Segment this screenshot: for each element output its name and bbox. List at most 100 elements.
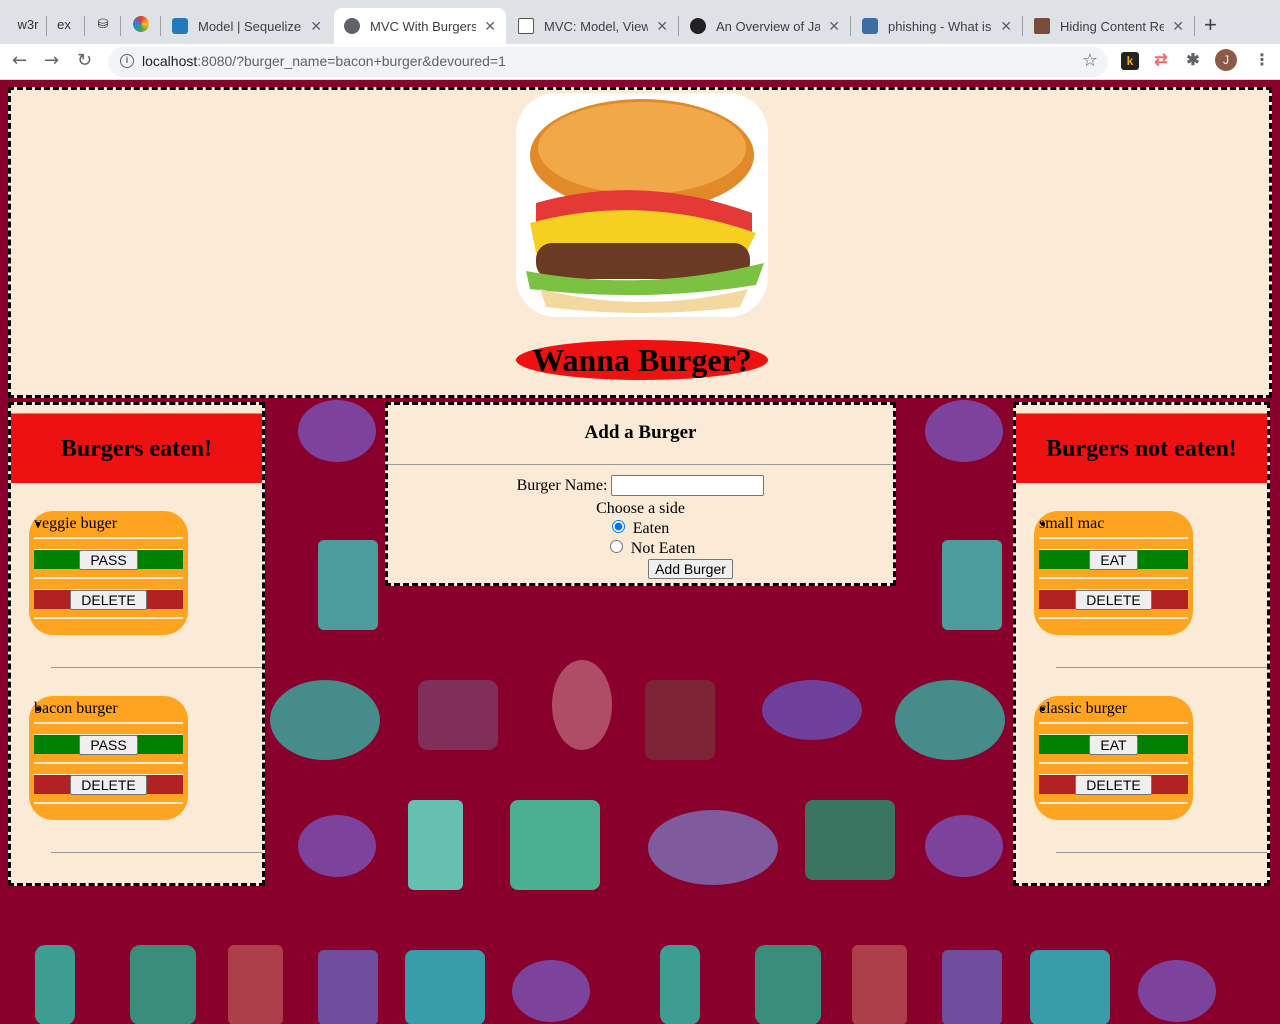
divider xyxy=(34,569,183,579)
drink-pattern-icon xyxy=(852,945,907,1024)
sandwich-pattern-icon xyxy=(418,680,498,750)
shield-icon xyxy=(862,18,878,34)
eaten-column: Burgers eaten! veggie buger PASS DELETE … xyxy=(8,402,265,886)
tab-separator xyxy=(120,16,121,36)
burger-name: veggie buger xyxy=(34,515,183,539)
eat-button[interactable]: EAT xyxy=(1089,550,1138,570)
eaten-list: veggie buger PASS DELETE bacon burger PA… xyxy=(11,483,262,853)
list-item: bacon burger PASS DELETE xyxy=(29,668,262,853)
tab-label: MVC With Burgers! xyxy=(370,18,477,34)
divider xyxy=(34,794,183,804)
tab-label: phishing - What is xyxy=(888,18,992,34)
document-icon xyxy=(518,18,534,34)
add-burger-form: Add a Burger Burger Name: Choose a side … xyxy=(385,402,896,586)
pass-button[interactable]: PASS xyxy=(79,735,138,755)
close-icon[interactable]: ✕ xyxy=(484,18,496,35)
burger-card: veggie buger PASS DELETE xyxy=(29,511,188,635)
burger-name-row: Burger Name: xyxy=(388,475,893,496)
tab-sequelize[interactable]: Model | Sequelize ✕ xyxy=(162,8,332,44)
burger-card: bacon burger PASS DELETE xyxy=(29,696,188,820)
tab-colorful[interactable] xyxy=(127,10,155,38)
site-thumbnail-icon xyxy=(1034,18,1050,34)
divider xyxy=(1039,794,1188,804)
browser-toolbar: ← → ↻ i localhost:8080/?burger_name=baco… xyxy=(0,44,1280,80)
tab-label: An Overview of Jav xyxy=(716,18,821,34)
close-icon[interactable]: ✕ xyxy=(1172,18,1184,35)
burger-name: classic burger xyxy=(1039,700,1188,724)
bookmark-star-icon[interactable]: ☆ xyxy=(1082,50,1098,71)
radio-eaten-row: Eaten xyxy=(388,519,893,539)
delete-button[interactable]: DELETE xyxy=(1075,590,1152,610)
url-text[interactable]: localhost:8080/?burger_name=bacon+burger… xyxy=(142,53,506,69)
tab-separator xyxy=(1194,16,1195,36)
takeout-box-pattern-icon xyxy=(1030,950,1110,1024)
extension-k-icon[interactable]: k xyxy=(1121,52,1139,70)
kebab-menu-icon[interactable]: ⋮ xyxy=(1254,50,1270,69)
forward-arrow-icon[interactable]: → xyxy=(44,50,59,71)
takeout-box-pattern-icon xyxy=(510,800,600,890)
tab-w3r[interactable]: w3r xyxy=(14,10,42,38)
close-icon[interactable]: ✕ xyxy=(1000,18,1012,35)
delete-button[interactable]: DELETE xyxy=(70,775,147,795)
avatar[interactable]: J xyxy=(1215,49,1237,71)
tab-mvc-model-view[interactable]: MVC: Model, View, ✕ xyxy=(508,8,678,44)
burger-name-input[interactable] xyxy=(611,475,765,496)
burger-pattern-icon xyxy=(298,400,376,462)
back-arrow-icon[interactable]: ← xyxy=(12,50,27,71)
eat-button[interactable]: EAT xyxy=(1089,735,1138,755)
close-icon[interactable]: ✕ xyxy=(828,18,840,35)
burger-card: classic burger EAT DELETE xyxy=(1034,696,1193,820)
coffee-cup-pattern-icon xyxy=(130,945,196,1024)
address-bar[interactable]: i localhost:8080/?burger_name=bacon+burg… xyxy=(108,47,1108,77)
list-item: classic burger EAT DELETE xyxy=(1034,668,1267,853)
tab-overview-javascript[interactable]: An Overview of Jav ✕ xyxy=(680,8,850,44)
divider xyxy=(1039,609,1188,619)
pass-row: PASS xyxy=(34,734,183,755)
close-icon[interactable]: ✕ xyxy=(656,18,668,35)
tab-w3r-label: w3r xyxy=(17,16,39,32)
add-burger-button[interactable]: Add Burger xyxy=(648,559,733,579)
extension-arrow-icon[interactable]: ⇄ xyxy=(1152,52,1170,70)
not-eaten-list: small mac EAT DELETE classic burger EAT … xyxy=(1016,483,1267,853)
popsicle-pattern-icon xyxy=(35,945,75,1024)
tab-ex[interactable]: ex xyxy=(50,10,78,38)
close-icon[interactable]: ✕ xyxy=(310,18,322,35)
reload-icon[interactable]: ↻ xyxy=(77,50,92,71)
radio-eaten[interactable] xyxy=(611,520,625,533)
radio-not-eaten-label: Not Eaten xyxy=(630,540,696,557)
delete-button[interactable]: DELETE xyxy=(1075,775,1152,795)
burger-illustration xyxy=(526,99,764,313)
delete-row: DELETE xyxy=(34,589,183,610)
fries-pattern-icon xyxy=(942,950,1002,1024)
hotdog-pattern-icon xyxy=(762,680,862,740)
colorful-logo-icon xyxy=(133,16,149,32)
radio-not-eaten[interactable] xyxy=(609,540,623,553)
burger-pattern-icon xyxy=(1138,960,1216,1022)
eat-row: EAT xyxy=(1039,549,1188,570)
globe-icon xyxy=(344,18,360,34)
radio-not-eaten-row: Not Eaten xyxy=(388,539,893,559)
delete-row: DELETE xyxy=(1039,774,1188,795)
info-icon[interactable]: i xyxy=(120,54,134,68)
divider xyxy=(34,609,183,619)
url-host: localhost xyxy=(142,53,198,69)
not-eaten-heading: Burgers not eaten! xyxy=(1016,413,1267,483)
tab-hiding-content[interactable]: Hiding Content Res ✕ xyxy=(1024,8,1194,44)
popsicle-pattern-icon xyxy=(660,945,700,1024)
radio-eaten-label: Eaten xyxy=(632,520,670,537)
divider xyxy=(1039,754,1188,764)
tab-phishing[interactable]: phishing - What is ✕ xyxy=(852,8,1022,44)
burger-name: bacon burger xyxy=(34,700,183,724)
tab-mvc-burgers[interactable]: MVC With Burgers! ✕ xyxy=(334,8,506,44)
pass-button[interactable]: PASS xyxy=(79,550,138,570)
page-body: Wanna Burger? Burgers eaten! veggie buge… xyxy=(0,80,1280,1024)
page-title: Wanna Burger? xyxy=(516,340,768,380)
new-tab-button[interactable]: + xyxy=(1204,12,1217,38)
tab-database[interactable]: ⛁ xyxy=(89,10,117,38)
tab-separator xyxy=(850,16,851,36)
cupcake-pattern-icon xyxy=(552,660,612,750)
delete-row: DELETE xyxy=(34,774,183,795)
delete-button[interactable]: DELETE xyxy=(70,590,147,610)
puzzle-icon[interactable]: ✱ xyxy=(1184,52,1202,70)
burger-name: small mac xyxy=(1039,515,1188,539)
